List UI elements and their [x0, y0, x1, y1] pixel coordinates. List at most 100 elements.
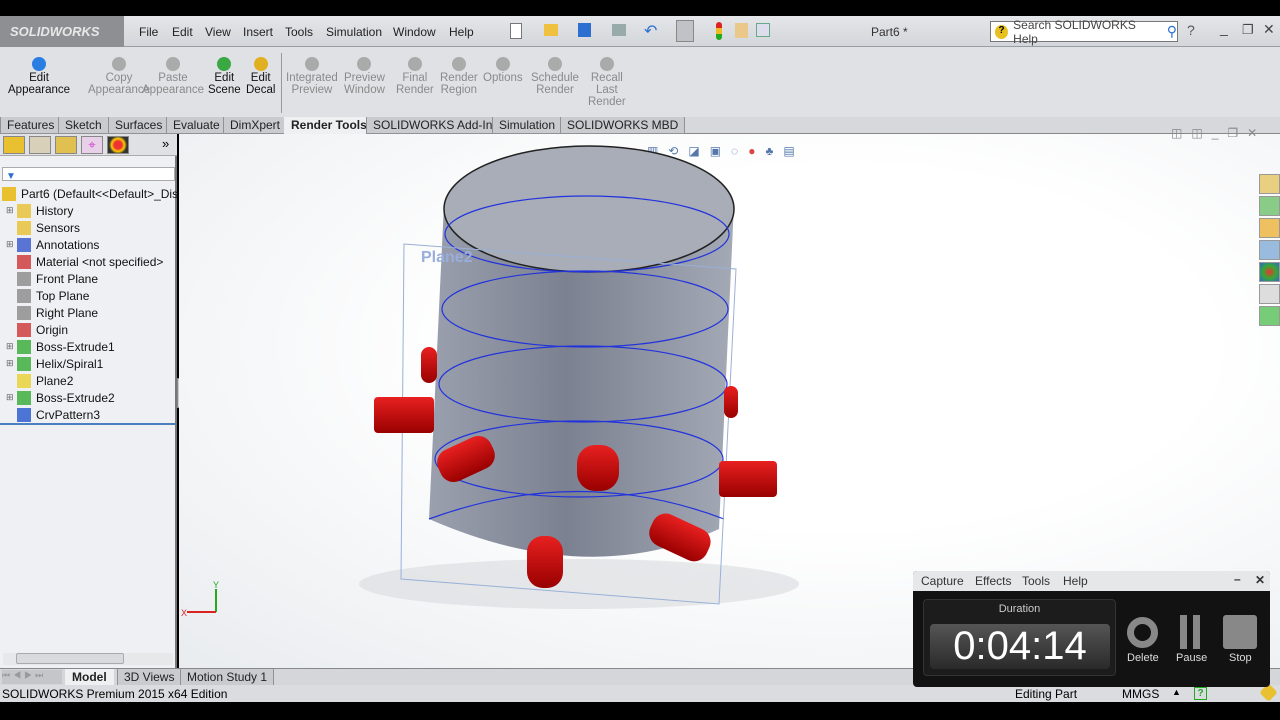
ribbon-button-edit-decal[interactable]: Edit Decal: [246, 57, 275, 96]
tab-sketch[interactable]: Sketch: [58, 117, 109, 134]
menu-view[interactable]: View: [205, 25, 231, 39]
tree-item-plane2[interactable]: Plane2: [6, 372, 73, 389]
peg: [527, 536, 563, 588]
property-manager-tab-icon[interactable]: [29, 136, 51, 154]
tab-solidworks-mbd[interactable]: SOLIDWORKS MBD: [560, 117, 686, 134]
help-icon: ?: [995, 24, 1009, 39]
help-menu-icon[interactable]: ?: [1187, 22, 1195, 38]
ribbon-button-edit-appearance[interactable]: Edit Appearance: [8, 57, 70, 96]
expand-icon[interactable]: ⊞: [6, 239, 17, 250]
menu-insert[interactable]: Insert: [243, 25, 273, 39]
menu-tools[interactable]: Tools: [285, 25, 313, 39]
tab-solidworks-add-ins[interactable]: SOLIDWORKS Add-Ins: [366, 117, 506, 134]
menu-simulation[interactable]: Simulation: [326, 25, 382, 39]
recorder-close-button[interactable]: ✕: [1255, 573, 1265, 587]
units-selector[interactable]: MMGS: [1122, 687, 1159, 701]
recorder-menu-help[interactable]: Help: [1063, 574, 1088, 588]
pause-button-label[interactable]: Pause: [1176, 652, 1207, 664]
configuration-manager-tab-icon[interactable]: [55, 136, 77, 154]
tree-item-boss-extrude1[interactable]: ⊞ Boss-Extrude1: [6, 338, 115, 355]
tree-item-right-plane[interactable]: Right Plane: [6, 304, 98, 321]
delete-icon[interactable]: [1127, 617, 1158, 648]
pause-icon[interactable]: [1180, 615, 1187, 649]
tree-item-boss-extrude2[interactable]: ⊞ Boss-Extrude2: [6, 389, 115, 406]
ribbon-button-options[interactable]: Options: [483, 57, 523, 84]
ribbon-button-preview-window[interactable]: Preview Window: [344, 57, 385, 96]
minimize-button[interactable]: _: [1220, 20, 1228, 36]
ribbon-button-paste-appearance[interactable]: Paste Appearance: [142, 57, 204, 96]
ribbon-button-schedule-render[interactable]: Schedule Render: [531, 57, 579, 96]
rollback-bar[interactable]: [0, 423, 175, 425]
tree-item-label: Boss-Extrude1: [36, 339, 115, 354]
scrollbar-thumb[interactable]: [16, 653, 124, 664]
tree-item-material-not-specified[interactable]: Material <not specified>: [6, 253, 163, 270]
command-tabs: Features Sketch Surfaces Evaluate DimXpert Re…: [0, 117, 1280, 134]
search-icon[interactable]: ⚲: [1167, 23, 1177, 40]
tab-model[interactable]: Model: [65, 669, 114, 686]
ribbon-button-final-render[interactable]: Final Render: [396, 57, 434, 96]
open-icon[interactable]: [544, 24, 558, 36]
expand-icon[interactable]: ⊞: [6, 358, 17, 369]
tab-3d-views[interactable]: 3D Views: [117, 669, 182, 686]
stop-icon[interactable]: [1223, 615, 1257, 649]
options-icon[interactable]: [756, 23, 770, 37]
ribbon-button-recall-last[interactable]: Recall Last Render: [588, 57, 626, 108]
tree-root-part6[interactable]: Part6 (Default<<Default>_Disp: [2, 185, 185, 202]
menu-help[interactable]: Help: [449, 25, 474, 39]
file-properties-icon[interactable]: [735, 23, 748, 38]
search-help-input[interactable]: ? Search SOLIDWORKS Help ⚲: [990, 18, 1178, 46]
recorder-menu-tools[interactable]: Tools: [1022, 574, 1050, 588]
delete-button-label[interactable]: Delete: [1127, 652, 1159, 664]
screen-recorder-widget: Capture Effects Tools Help – ✕ Duration …: [913, 571, 1270, 687]
expand-icon[interactable]: ⊞: [6, 341, 17, 352]
tree-item-annotations[interactable]: ⊞ Annotations: [6, 236, 99, 253]
tree-item-sensors[interactable]: Sensors: [6, 219, 80, 236]
ribbon-button-edit-scene[interactable]: Edit Scene: [208, 57, 241, 96]
tree-item-front-plane[interactable]: Front Plane: [6, 270, 98, 287]
tree-item-crvpattern3[interactable]: CrvPattern3: [6, 406, 100, 423]
menu-edit[interactable]: Edit: [172, 25, 193, 39]
recorder-menu-capture[interactable]: Capture: [921, 574, 964, 588]
help-status-icon[interactable]: ?: [1194, 687, 1207, 700]
horizontal-scrollbar[interactable]: [3, 653, 173, 665]
print-icon[interactable]: [612, 24, 626, 36]
expand-icon[interactable]: ⊞: [6, 392, 17, 403]
expand-icon[interactable]: ⊞: [6, 205, 17, 216]
tree-item-helix-spiral1[interactable]: ⊞ Helix/Spiral1: [6, 355, 103, 372]
close-button[interactable]: ✕: [1263, 21, 1275, 38]
menu-window[interactable]: Window: [393, 25, 436, 39]
restore-button[interactable]: ❐: [1242, 22, 1254, 38]
recorder-minimize-button[interactable]: –: [1234, 572, 1241, 586]
undo-icon[interactable]: ↶: [644, 21, 657, 41]
expand-panel-icon[interactable]: »: [162, 136, 169, 151]
units-up-icon[interactable]: ▲: [1172, 687, 1181, 697]
feature-manager-tab-icon[interactable]: [3, 136, 25, 154]
solidworks-logo[interactable]: SOLIDWORKS: [0, 16, 124, 47]
editing-mode-text: Editing Part: [1015, 687, 1078, 701]
tree-item-history[interactable]: ⊞ History: [6, 202, 73, 219]
tree-item-origin[interactable]: Origin: [6, 321, 68, 338]
tab-evaluate[interactable]: Evaluate: [166, 117, 227, 134]
select-icon[interactable]: [676, 20, 694, 42]
ribbon-button-copy-appearance[interactable]: Copy Appearance: [88, 57, 150, 96]
tab-surfaces[interactable]: Surfaces: [108, 117, 170, 134]
filter-input[interactable]: ▼: [2, 167, 175, 182]
ribbon-label: Integrated: [286, 72, 338, 84]
tab-scroll-arrows[interactable]: ⏮◀▶⏭: [2, 670, 62, 684]
tree-item-top-plane[interactable]: Top Plane: [6, 287, 89, 304]
ribbon-button-integrated-preview[interactable]: Integrated Preview: [286, 57, 338, 96]
tab-render-tools[interactable]: Render Tools: [284, 117, 374, 134]
tab-features[interactable]: Features: [0, 117, 62, 134]
rebuild-icon[interactable]: [716, 22, 722, 40]
menu-file[interactable]: File: [139, 25, 158, 39]
tab-simulation[interactable]: Simulation: [492, 117, 563, 134]
tab-dimxpert[interactable]: DimXpert: [223, 117, 288, 134]
recorder-menu-effects[interactable]: Effects: [975, 574, 1011, 588]
tab-motion-study[interactable]: Motion Study 1: [180, 669, 275, 686]
save-icon[interactable]: [578, 23, 591, 37]
stop-button-label[interactable]: Stop: [1229, 652, 1252, 664]
display-manager-tab-icon[interactable]: [107, 136, 129, 154]
new-document-icon[interactable]: [510, 23, 522, 39]
ribbon-button-render-region[interactable]: Render Region: [440, 57, 478, 96]
dimxpert-tab-icon[interactable]: ⌖: [81, 136, 103, 154]
